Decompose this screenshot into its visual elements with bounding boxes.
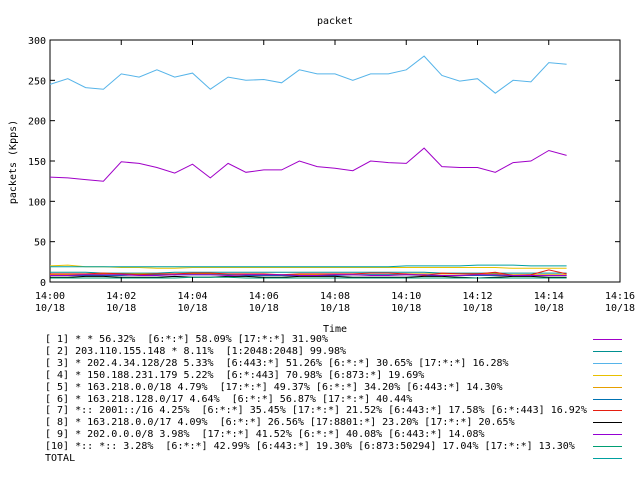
x-tick-label-date: 10/18: [106, 303, 136, 314]
legend-swatch: [593, 386, 622, 388]
y-tick-label: 0: [40, 278, 46, 289]
x-tick-label-date: 10/18: [462, 303, 492, 314]
legend-label: [ 6] * 163.218.128.0/17 4.64% [6:*:*] 56…: [45, 393, 413, 405]
x-tick-label-date: 10/18: [35, 303, 65, 314]
legend-swatch: [593, 362, 622, 364]
x-tick-label-date: 10/18: [249, 303, 279, 314]
legend-item: [ 4] * 150.188.231.179 5.22% [6:*:443] 7…: [0, 370, 640, 382]
y-tick-label: 200: [28, 117, 46, 128]
legend-item: [10] *:: *:: 3.28% [6:*:*] 42.99% [6:443…: [0, 441, 640, 453]
legend-item: [ 2] 203.110.155.148 * 8.11% [1:2048:204…: [0, 346, 640, 358]
x-tick-label-time: 14:08: [320, 291, 350, 302]
legend-label: [ 5] * 163.218.0.0/18 4.79% [17:*:*] 49.…: [45, 381, 503, 393]
legend-item: [ 3] * 202.4.34.128/28 5.33% [6:443:*] 5…: [0, 358, 640, 370]
legend-item: [ 9] * 202.0.0.0/8 3.98% [17:*:*] 41.52%…: [0, 429, 640, 441]
legend-item: [ 6] * 163.218.128.0/17 4.64% [6:*:*] 56…: [0, 394, 640, 406]
legend-item: [ 8] * 163.218.0.0/17 4.09% [6:*:*] 26.5…: [0, 417, 640, 429]
legend-label: [ 8] * 163.218.0.0/17 4.09% [6:*:*] 26.5…: [45, 417, 515, 429]
legend-swatch: [593, 339, 622, 340]
series-line-3: [49, 55, 567, 94]
legend-item: TOTAL: [0, 453, 640, 465]
legend-swatch: [593, 458, 622, 459]
legend-swatch: [593, 398, 622, 400]
x-tick-label-time: 14:16: [605, 291, 635, 302]
x-tick-label-date: 10/18: [320, 303, 350, 314]
legend-swatch: [593, 422, 622, 424]
legend-label: [ 1] * * 56.32% [6:*:*] 58.09% [17:*:*] …: [45, 334, 328, 345]
x-tick-label-time: 14:02: [106, 291, 136, 302]
legend-swatch: [593, 350, 622, 352]
legend-swatch: [593, 446, 622, 448]
y-tick-label: 100: [28, 197, 46, 208]
legend-item: [ 1] * * 56.32% [6:*:*] 58.09% [17:*:*] …: [0, 334, 640, 346]
legend-swatch: [593, 410, 622, 412]
x-tick-label-date: 10/18: [605, 303, 635, 314]
series-line-1: [49, 147, 567, 182]
chart-title: packet: [317, 16, 353, 27]
x-tick-label-time: 14:04: [177, 291, 207, 302]
series-line-11: [50, 264, 567, 268]
legend-label: TOTAL: [45, 453, 76, 464]
y-tick-label: 150: [28, 157, 46, 168]
y-tick-label: 250: [28, 76, 46, 87]
x-tick-label-date: 10/18: [534, 303, 564, 314]
legend-label: [ 3] * 202.4.34.128/28 5.33% [6:443:*] 5…: [45, 357, 509, 369]
x-tick-label-time: 14:14: [534, 291, 564, 302]
x-tick-label-date: 10/18: [391, 303, 421, 314]
plot-area: [49, 39, 621, 283]
legend-swatch: [593, 434, 622, 436]
y-tick-label: 50: [34, 238, 46, 249]
legend-item: [ 7] *:: 2001::/16 4.25% [6:*:*] 35.45% …: [0, 405, 640, 417]
y-tick-label: 300: [28, 36, 46, 47]
x-tick-label-time: 14:12: [462, 291, 492, 302]
x-tick-label-time: 14:06: [249, 291, 279, 302]
legend-label: [ 7] *:: 2001::/16 4.25% [6:*:*] 35.45% …: [45, 405, 587, 417]
legend-label: [ 4] * 150.188.231.179 5.22% [6:*:443] 7…: [45, 369, 425, 381]
legend-item: [ 5] * 163.218.0.0/18 4.79% [17:*:*] 49.…: [0, 382, 640, 394]
legend-label: [ 2] 203.110.155.148 * 8.11% [1:2048:204…: [45, 345, 347, 357]
legend-label: [10] *:: *:: 3.28% [6:*:*] 42.99% [6:443…: [45, 441, 575, 453]
legend-label: [ 9] * 202.0.0.0/8 3.98% [17:*:*] 41.52%…: [45, 429, 485, 441]
x-tick-label-time: 14:10: [391, 291, 421, 302]
legend-swatch: [593, 374, 622, 376]
y-axis-label: packets (Kpps): [8, 120, 19, 204]
x-tick-label-date: 10/18: [177, 303, 207, 314]
x-tick-label-time: 14:00: [35, 291, 65, 302]
